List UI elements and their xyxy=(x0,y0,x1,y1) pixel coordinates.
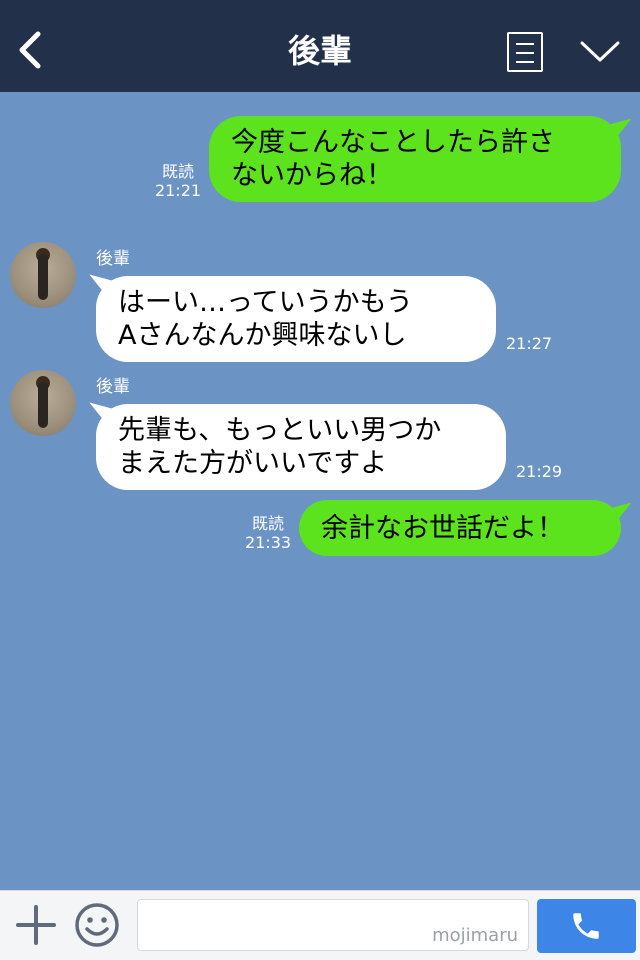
message-input[interactable]: mojimaru xyxy=(137,899,529,951)
read-receipt: 既読 21:21 xyxy=(154,162,202,200)
avatar[interactable] xyxy=(10,370,76,436)
chat-header: 後輩 xyxy=(0,0,640,92)
message-bubble-received[interactable]: はーい…っていうかもう Aさんなんか興味ないし xyxy=(96,276,496,362)
read-receipt: 既読 21:33 xyxy=(244,514,292,552)
input-bar: mojimaru xyxy=(0,890,640,960)
sender-name: 後輩 xyxy=(96,377,130,397)
message-bubble-sent[interactable]: 今度こんなことしたら許さ ないからね！ xyxy=(209,116,621,202)
chat-area[interactable]: 既読 21:21 今度こんなことしたら許さ ないからね！ 後輩 はーい…っていう… xyxy=(0,92,640,890)
smiley-icon[interactable] xyxy=(74,902,120,948)
message-time: 21:29 xyxy=(516,462,563,481)
message-time: 21:27 xyxy=(506,334,553,353)
call-button[interactable] xyxy=(537,899,636,953)
avatar[interactable] xyxy=(10,242,76,308)
sender-name: 後輩 xyxy=(96,249,130,269)
plus-icon[interactable] xyxy=(14,903,58,947)
watermark-text: mojimaru xyxy=(432,925,518,946)
chat-title: 後輩 xyxy=(287,32,352,70)
chevron-down-icon[interactable] xyxy=(580,40,620,64)
notes-icon[interactable] xyxy=(507,32,543,72)
message-bubble-sent[interactable]: 余計なお世話だよ！ xyxy=(299,500,621,556)
message-bubble-received[interactable]: 先輩も、もっといい男つか まえた方がいいですよ xyxy=(96,404,506,490)
phone-icon xyxy=(573,913,599,939)
